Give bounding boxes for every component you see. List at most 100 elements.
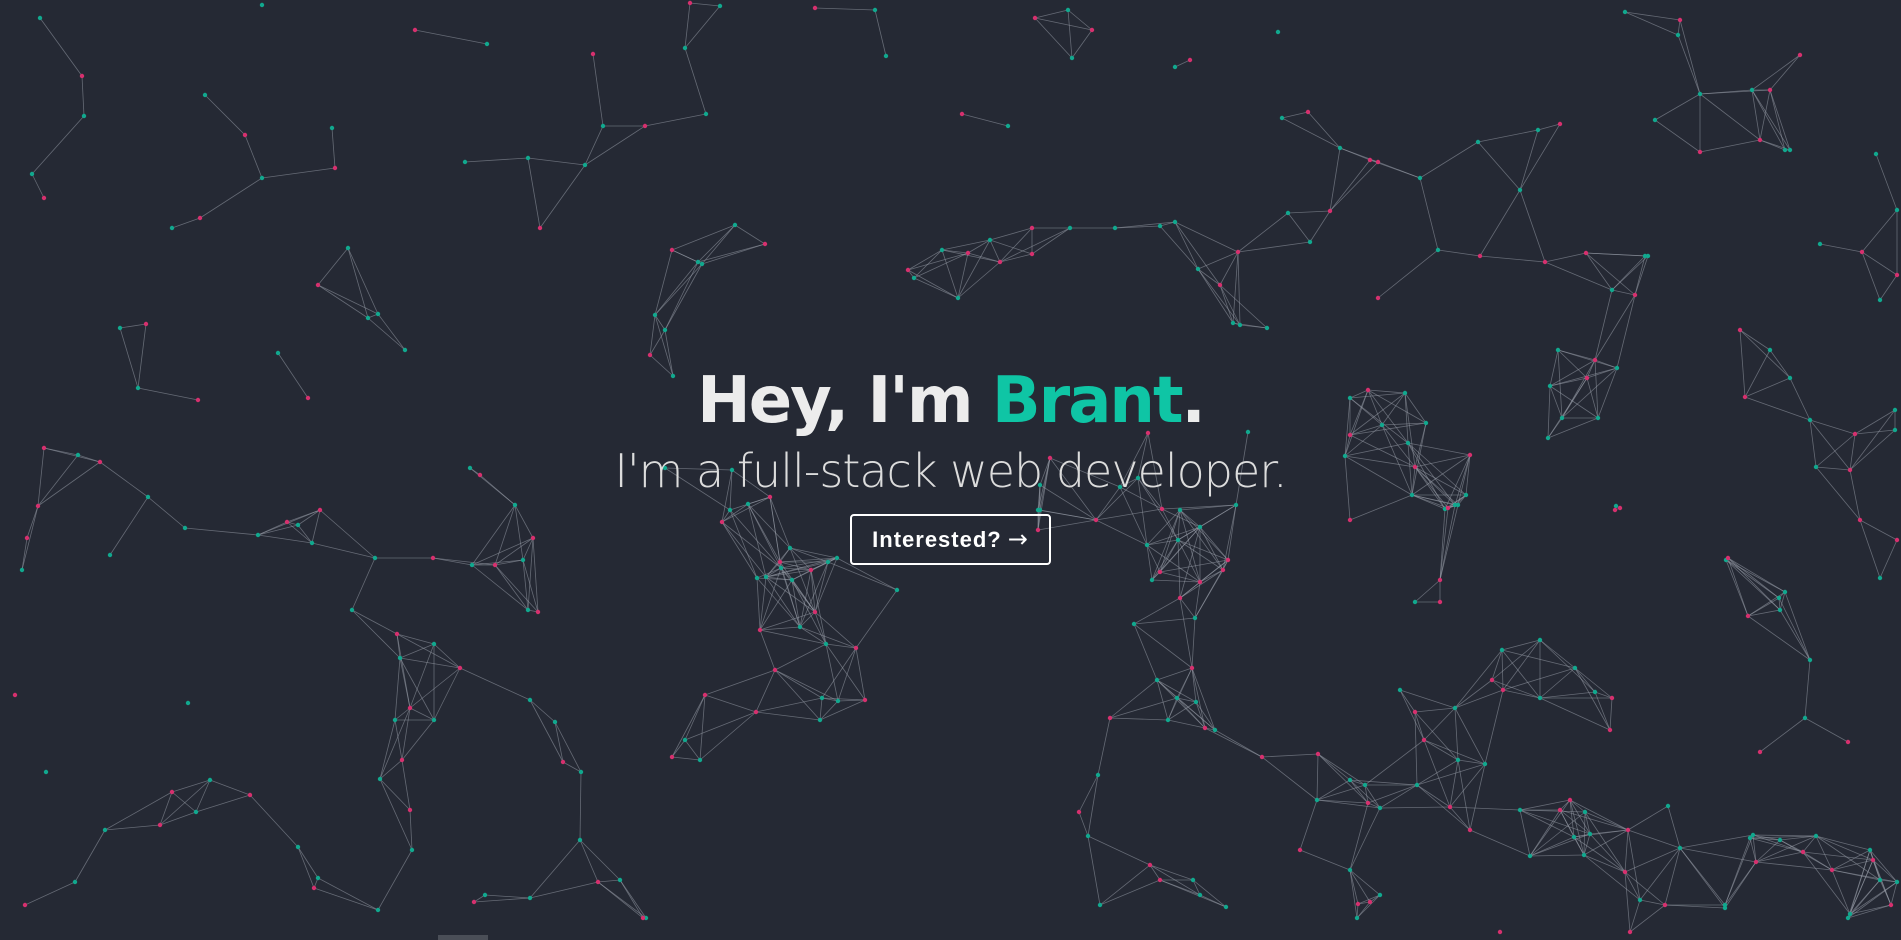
network-link: [74, 829, 106, 883]
network-link: [592, 53, 604, 127]
network-link: [819, 700, 839, 721]
network-particle: [1845, 739, 1851, 745]
network-link: [957, 261, 1001, 299]
network-particle: [762, 241, 768, 247]
network-link: [1654, 93, 1701, 121]
network-link: [1287, 210, 1331, 214]
network-particle: [753, 709, 759, 715]
network-link: [1261, 756, 1318, 801]
network-link: [684, 5, 721, 49]
network-particle: [1195, 266, 1201, 272]
network-link: [999, 253, 1033, 263]
network-link: [1377, 249, 1439, 299]
network-particle: [1165, 717, 1171, 723]
network-link: [759, 629, 776, 671]
network-link: [1519, 809, 1531, 857]
network-particle: [1587, 831, 1593, 837]
network-particle: [1076, 809, 1082, 815]
network-link: [1725, 559, 1780, 599]
network-link: [1574, 667, 1596, 693]
network-link: [755, 697, 823, 713]
network-link: [1804, 717, 1849, 743]
network-link: [1654, 119, 1701, 153]
network-particle: [1085, 833, 1091, 839]
network-particle: [399, 757, 405, 763]
network-particle: [1154, 677, 1160, 683]
network-particle: [987, 237, 993, 243]
network-link: [941, 239, 991, 251]
network-link: [1751, 89, 1791, 151]
network-link: [1109, 717, 1169, 721]
network-link: [1594, 289, 1613, 361]
network-link: [527, 157, 541, 229]
network-particle: [640, 915, 646, 921]
network-link: [1174, 221, 1239, 253]
network-particle: [259, 2, 265, 8]
network-particle: [697, 757, 703, 763]
network-link: [774, 669, 823, 699]
network-link: [1317, 753, 1369, 804]
network-link: [1109, 679, 1158, 719]
network-particle: [894, 587, 900, 593]
network-link: [379, 778, 413, 851]
network-link: [195, 794, 251, 813]
network-particle: [617, 877, 623, 883]
network-link: [1477, 141, 1521, 191]
network-particle: [169, 789, 175, 795]
network-link: [664, 263, 703, 331]
network-link: [1179, 597, 1196, 619]
network-particle: [482, 892, 488, 898]
network-link: [774, 669, 839, 702]
network-link: [1174, 59, 1191, 68]
network-link: [394, 657, 401, 721]
network-particle: [81, 113, 87, 119]
network-particle: [1149, 577, 1155, 583]
network-particle: [1637, 897, 1643, 903]
network-particle: [939, 247, 945, 253]
network-link: [24, 881, 76, 906]
network-link: [1167, 719, 1206, 729]
network-link: [701, 243, 766, 265]
network-link: [367, 317, 406, 351]
network-link: [1414, 711, 1459, 761]
network-link: [774, 643, 827, 671]
network-particle: [669, 247, 675, 253]
network-particle: [662, 327, 668, 333]
network-particle: [1220, 567, 1226, 573]
network-particle: [965, 250, 971, 256]
network-particle: [1112, 225, 1118, 231]
hero-name: Brant: [991, 364, 1184, 438]
network-particle: [117, 325, 123, 331]
right-arrow-icon: →: [1007, 525, 1029, 553]
network-particle: [37, 15, 43, 21]
network-link: [1679, 19, 1701, 95]
network-particle: [1537, 637, 1543, 643]
network-link: [1769, 89, 1786, 151]
network-link: [1149, 864, 1161, 881]
network-particle: [1095, 772, 1101, 778]
network-link: [1634, 255, 1646, 296]
network-particle: [1537, 695, 1543, 701]
interested-button[interactable]: Interested? →: [850, 514, 1051, 565]
network-particle: [1005, 123, 1011, 129]
network-particle: [407, 705, 413, 711]
network-particle: [1737, 327, 1743, 333]
network-particle: [157, 822, 163, 828]
network-link: [1469, 829, 1531, 857]
network-link: [1449, 759, 1459, 808]
network-particle: [332, 165, 338, 171]
network-link: [1159, 225, 1199, 270]
network-particle: [409, 847, 415, 853]
network-particle: [1089, 27, 1095, 33]
network-link: [195, 779, 211, 813]
network-particle: [1572, 665, 1578, 671]
network-particle: [911, 275, 917, 281]
network-link: [1329, 159, 1371, 212]
network-link: [1624, 871, 1631, 933]
network-particle: [375, 311, 381, 317]
network-particle: [1592, 689, 1598, 695]
network-particle: [1627, 929, 1633, 935]
network-link: [159, 779, 211, 826]
network-link: [464, 157, 529, 163]
network-link: [317, 284, 379, 315]
